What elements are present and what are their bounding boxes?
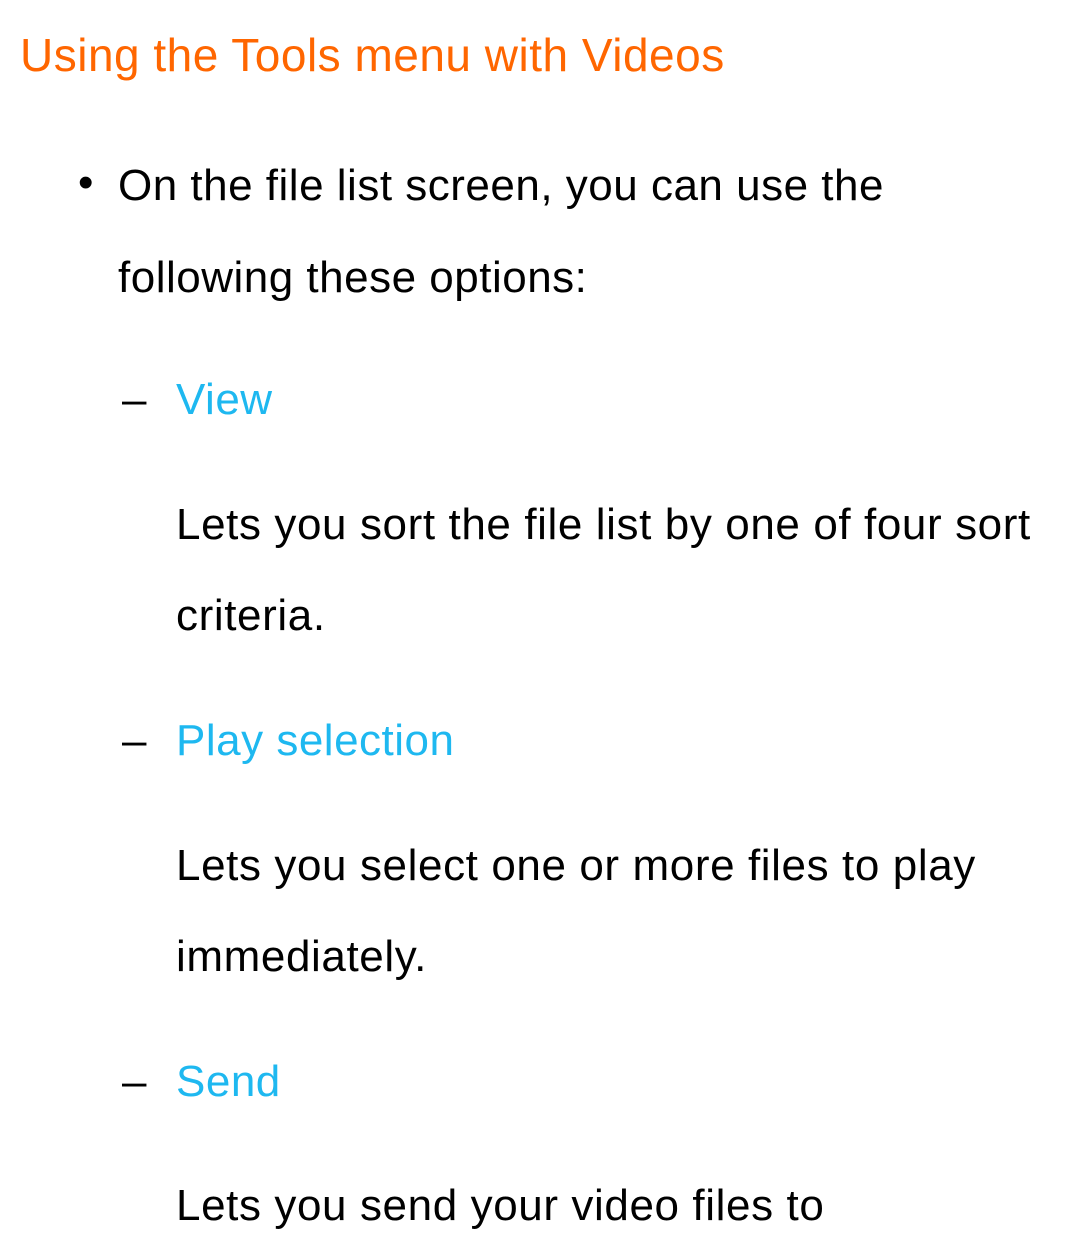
inner-list: View Lets you sort the file list by one … [118,357,1060,1252]
page-heading: Using the Tools menu with Videos [20,28,1060,82]
desc-send: Lets you send your video files to [176,1160,1060,1252]
outer-list-item: On the file list screen, you can use the… [118,140,1060,1252]
term-play-selection: Play selection [176,698,1060,784]
intro-text: On the file list screen, you can use the… [118,140,1060,323]
desc-view: Lets you sort the file list by one of fo… [176,479,1060,662]
term-view: View [176,357,1060,443]
list-item: Play selection Lets you select one or mo… [176,698,1060,1003]
term-send: Send [176,1039,1060,1125]
outer-list: On the file list screen, you can use the… [20,140,1060,1252]
desc-play-selection: Lets you select one or more files to pla… [176,820,1060,1003]
list-item: Send Lets you send your video files to [176,1039,1060,1252]
list-item: View Lets you sort the file list by one … [176,357,1060,662]
